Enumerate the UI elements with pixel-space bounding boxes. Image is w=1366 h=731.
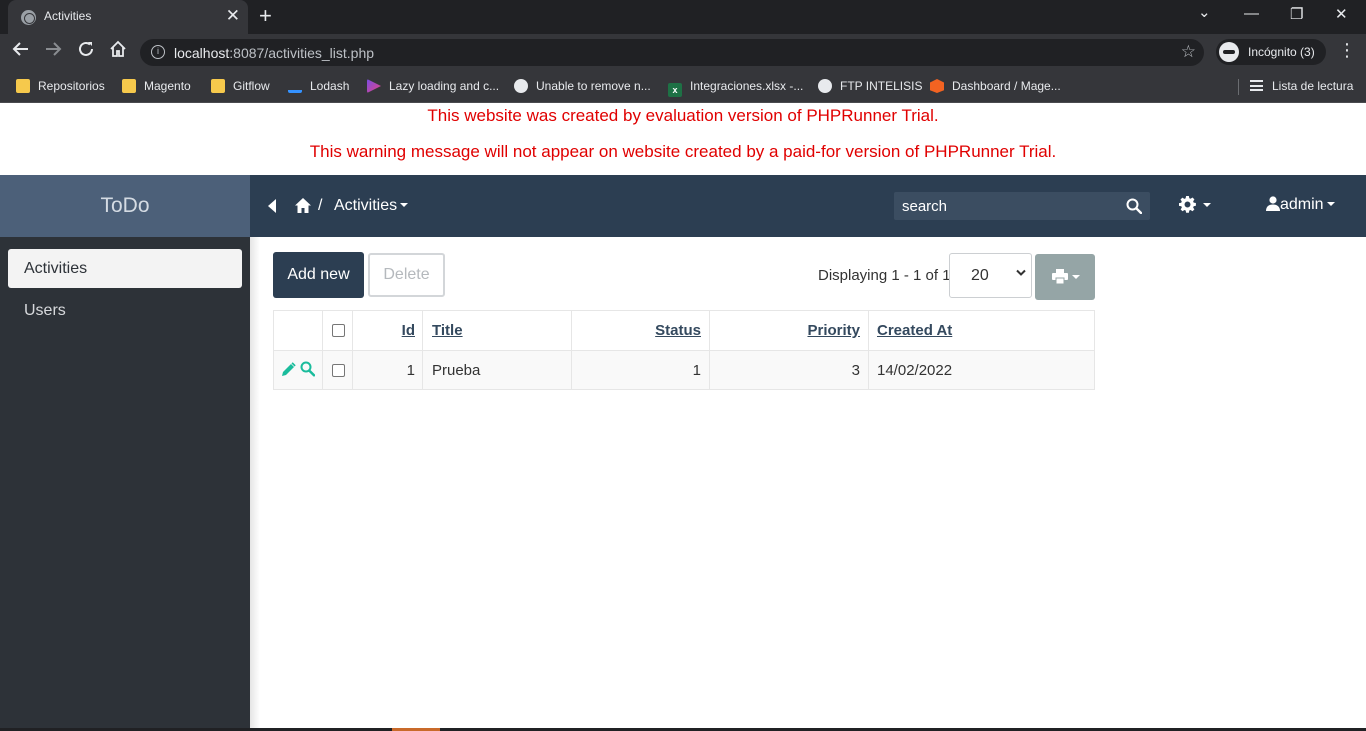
- address-bar[interactable]: i localhost:8087/activities_list.php ☆: [140, 39, 1204, 66]
- excel-icon: x: [668, 83, 682, 97]
- activities-table: Id Title Status Priority Created At 1 Pr…: [273, 310, 1095, 390]
- bookmark-lazy-loading[interactable]: Lazy loading and c...: [367, 77, 499, 95]
- bookmark-dashboard-magento[interactable]: Dashboard / Mage...: [930, 77, 1061, 95]
- brand-title[interactable]: ToDo: [0, 175, 250, 237]
- column-header-created-at[interactable]: Created At: [877, 311, 1077, 350]
- folder-icon: [211, 79, 225, 93]
- user-icon: [1266, 196, 1280, 211]
- records-count: Displaying 1 - 1 of 1: [818, 267, 951, 284]
- trial-warning: This website was created by evaluation v…: [0, 103, 1366, 175]
- cell-created-at: 14/02/2022: [877, 362, 953, 379]
- search-icon[interactable]: [1126, 198, 1143, 219]
- column-header-status[interactable]: Status: [571, 311, 701, 350]
- user-label: admin: [1280, 196, 1324, 213]
- sidebar: ToDo Activities Users: [0, 175, 250, 731]
- search-box: [894, 192, 1150, 220]
- tab-title: Activities: [44, 9, 92, 23]
- lodash-icon: [288, 83, 302, 93]
- magento-icon: [930, 79, 944, 93]
- browser-tab[interactable]: Activities ✕: [8, 0, 248, 34]
- warning-line-1: This website was created by evaluation v…: [427, 106, 939, 125]
- gear-icon: [1179, 196, 1196, 213]
- forward-icon[interactable]: [44, 40, 62, 64]
- incognito-label: Incógnito (3): [1248, 45, 1315, 59]
- warning-line-2: This warning message will not appear on …: [309, 142, 1057, 161]
- new-tab-button[interactable]: +: [259, 4, 272, 28]
- bookmark-github-issue[interactable]: Unable to remove n...: [514, 77, 651, 95]
- incognito-icon: [1219, 42, 1239, 62]
- caret-down-icon: [1203, 203, 1212, 207]
- edit-icon[interactable]: [281, 362, 296, 382]
- close-window-icon[interactable]: ✕: [1335, 5, 1348, 23]
- cell-title: Prueba: [432, 362, 481, 379]
- table-header-row: Id Title Status Priority Created At: [274, 311, 1094, 350]
- bookmark-ftp-intelisis[interactable]: FTP INTELISIS: [818, 77, 922, 95]
- top-navbar: / Activities admin: [250, 175, 1366, 237]
- cell-status: 1: [692, 362, 701, 379]
- folder-icon: [122, 79, 136, 93]
- breadcrumb-separator: /: [318, 197, 323, 214]
- reading-list[interactable]: Lista de lectura: [1250, 77, 1353, 95]
- table-row: 1 Prueba 1 3 14/02/2022: [274, 350, 1094, 390]
- page-size-select[interactable]: 20: [949, 253, 1032, 298]
- minimize-icon[interactable]: —: [1244, 5, 1259, 22]
- row-checkbox[interactable]: [332, 364, 345, 377]
- reload-icon[interactable]: [77, 40, 95, 64]
- tab-close-icon[interactable]: ✕: [226, 6, 240, 26]
- settings-menu[interactable]: [1179, 196, 1212, 218]
- browser-tab-strip: Activities ✕ + ⌄ — ❐ ✕: [0, 0, 1366, 34]
- delete-button[interactable]: Delete: [368, 253, 445, 297]
- cell-priority: 3: [851, 362, 860, 379]
- home-browser-icon[interactable]: [109, 40, 127, 64]
- back-icon[interactable]: [12, 40, 30, 64]
- breadcrumb-activities[interactable]: Activities: [334, 197, 409, 215]
- browser-menu-icon[interactable]: ⋮: [1338, 40, 1356, 61]
- collapse-sidebar-icon[interactable]: [268, 199, 276, 213]
- sidebar-item-users[interactable]: Users: [8, 291, 242, 330]
- globe-icon: [818, 79, 832, 93]
- caret-down-icon: [1072, 275, 1080, 279]
- column-header-id[interactable]: Id: [352, 311, 415, 350]
- tab-search-icon[interactable]: ⌄: [1198, 3, 1211, 21]
- bookmark-star-icon[interactable]: ☆: [1181, 42, 1196, 62]
- print-icon: [1052, 269, 1068, 284]
- bookmarks-bar: Repositorios Magento Gitflow Lodash Lazy…: [0, 70, 1366, 103]
- select-all-checkbox[interactable]: [332, 324, 345, 337]
- bookmark-integraciones[interactable]: x Integraciones.xlsx -...: [668, 77, 803, 97]
- chevron-down-icon: [1016, 269, 1026, 276]
- lazy-loading-icon: [367, 79, 381, 93]
- sidebar-shadow: [250, 237, 260, 731]
- github-icon: [514, 79, 528, 93]
- cell-id: 1: [406, 362, 415, 379]
- bookmark-repositorios[interactable]: Repositorios: [16, 77, 105, 95]
- bookmark-lodash[interactable]: Lodash: [288, 77, 349, 95]
- bookmark-magento[interactable]: Magento: [122, 77, 191, 95]
- folder-icon: [16, 79, 30, 93]
- restore-icon[interactable]: ❐: [1290, 5, 1303, 23]
- browser-toolbar: i localhost:8087/activities_list.php ☆ I…: [0, 34, 1366, 70]
- home-icon[interactable]: [294, 197, 312, 219]
- sidebar-item-activities[interactable]: Activities: [8, 249, 242, 288]
- print-button[interactable]: [1035, 254, 1095, 300]
- caret-down-icon: [400, 203, 409, 207]
- bookmarks-separator: [1238, 79, 1239, 95]
- bookmark-gitflow[interactable]: Gitflow: [211, 77, 270, 95]
- column-header-priority[interactable]: Priority: [709, 311, 860, 350]
- view-icon[interactable]: [300, 361, 316, 382]
- search-input[interactable]: [894, 192, 1120, 220]
- site-info-icon[interactable]: i: [151, 45, 165, 59]
- reading-list-icon: [1250, 80, 1263, 91]
- page-size-value: 20: [971, 267, 989, 284]
- add-new-button[interactable]: Add new: [273, 252, 364, 298]
- caret-down-icon: [1326, 202, 1335, 206]
- url-text[interactable]: localhost:8087/activities_list.php: [174, 45, 374, 61]
- main-content: Add new Delete Displaying 1 - 1 of 1 20 …: [250, 237, 1366, 731]
- user-menu[interactable]: admin: [1266, 196, 1335, 214]
- column-header-title[interactable]: Title: [432, 311, 562, 350]
- incognito-profile[interactable]: Incógnito (3): [1216, 39, 1326, 65]
- globe-icon: [21, 10, 36, 25]
